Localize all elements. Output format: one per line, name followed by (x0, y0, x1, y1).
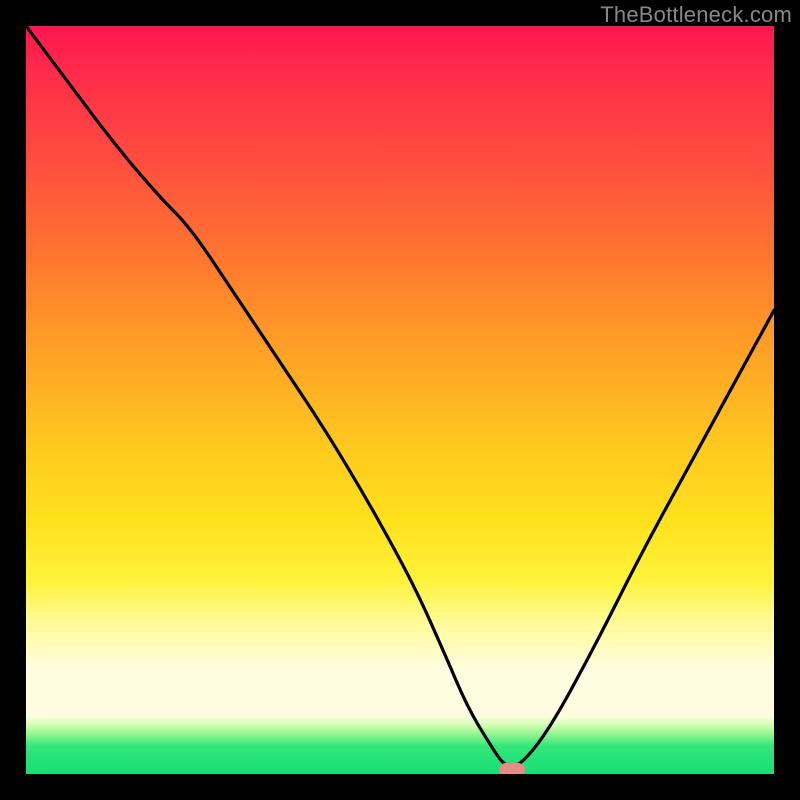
optimum-marker (499, 763, 525, 775)
watermark-text: TheBottleneck.com (600, 2, 792, 28)
bottleneck-curve (26, 26, 774, 774)
plot-area (26, 26, 774, 774)
chart-frame: TheBottleneck.com (0, 0, 800, 800)
